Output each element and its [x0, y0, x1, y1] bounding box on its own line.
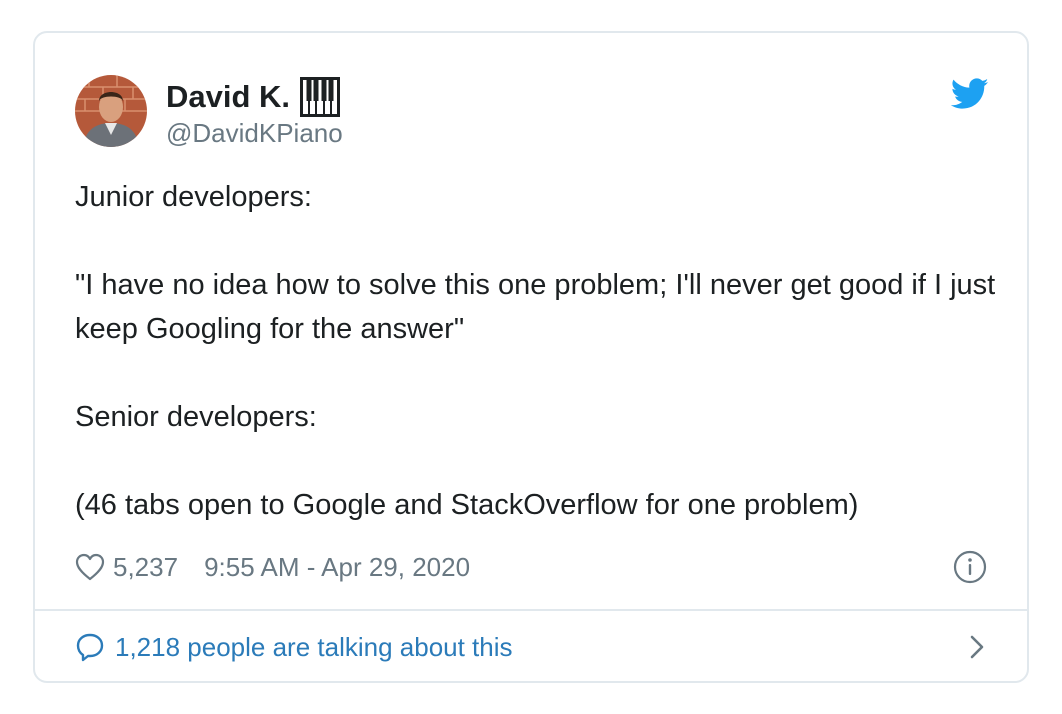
- tweet-paragraph: (46 tabs open to Google and StackOverflo…: [75, 489, 859, 521]
- avatar[interactable]: [75, 75, 147, 147]
- divider: [35, 609, 1027, 611]
- tweet-paragraph: "I have no idea how to solve this one pr…: [75, 269, 996, 345]
- heart-icon[interactable]: [75, 553, 105, 581]
- author-display-name[interactable]: David K.: [166, 79, 290, 115]
- like-count[interactable]: 5,237: [113, 552, 178, 583]
- speech-bubble-icon: [75, 632, 105, 662]
- tweet-paragraph: Junior developers:: [75, 181, 312, 213]
- author-handle[interactable]: @DavidKPiano: [166, 118, 343, 149]
- tweet-text: Junior developers: "I have no idea how t…: [75, 175, 1005, 527]
- tweet-meta: 5,237 9:55 AM - Apr 29, 2020: [75, 547, 470, 587]
- chevron-right-icon[interactable]: [967, 632, 987, 662]
- conversation-link[interactable]: 1,218 people are talking about this: [75, 627, 987, 667]
- tweet-paragraph: Senior developers:: [75, 401, 317, 433]
- tweet-timestamp[interactable]: 9:55 AM - Apr 29, 2020: [204, 552, 470, 583]
- conversation-count-text[interactable]: 1,218 people are talking about this: [115, 632, 513, 663]
- twitter-bird-icon[interactable]: [950, 78, 989, 110]
- info-icon[interactable]: [953, 550, 987, 584]
- avatar-photo: [75, 75, 147, 147]
- piano-keys-icon: [300, 77, 341, 117]
- tweet-card: David K. @DavidKPiano Junior developers:…: [33, 31, 1029, 683]
- author-name-row[interactable]: David K.: [166, 77, 341, 117]
